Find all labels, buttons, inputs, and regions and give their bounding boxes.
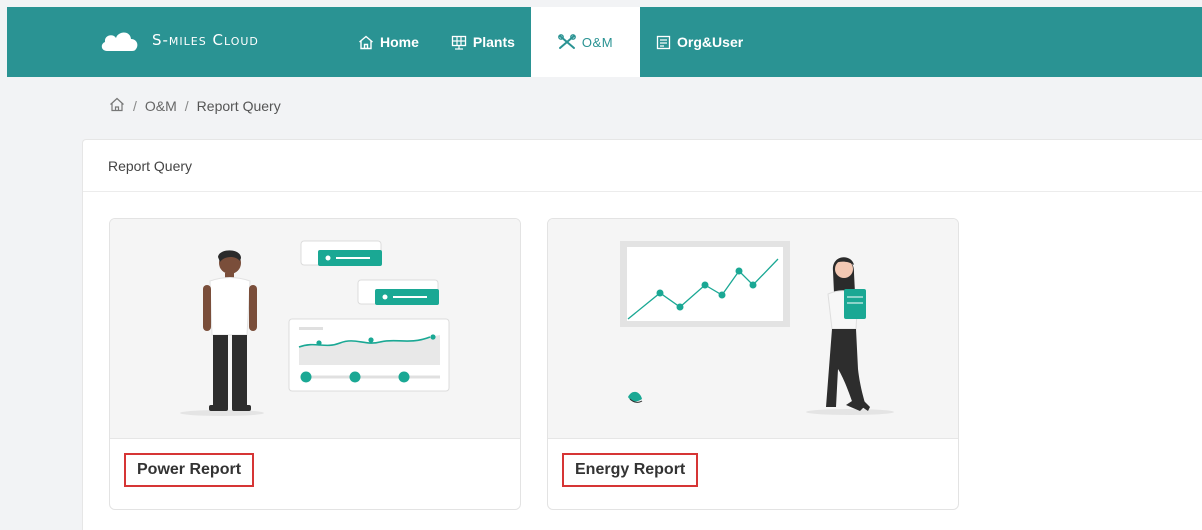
cloud-icon: [101, 32, 138, 51]
nav-om[interactable]: O&M: [530, 7, 641, 77]
nav-plants[interactable]: Plants: [435, 7, 531, 77]
energy-report-title[interactable]: Energy Report: [562, 453, 699, 487]
breadcrumb-separator: /: [184, 98, 189, 114]
power-report-card[interactable]: Power Report: [109, 218, 521, 510]
tools-icon: [558, 34, 576, 50]
breadcrumb-section[interactable]: O&M: [145, 98, 177, 114]
breadcrumb-separator: /: [133, 98, 137, 114]
nav-om-label: O&M: [581, 34, 614, 50]
breadcrumb-current: Report Query: [196, 98, 281, 114]
report-icon: [656, 35, 671, 50]
nav-plants-label: Plants: [472, 34, 515, 50]
breadcrumb-home-icon[interactable]: [109, 97, 125, 115]
nav-org-user[interactable]: Org&User: [640, 7, 759, 77]
energy-report-card[interactable]: Energy Report: [547, 218, 959, 510]
breadcrumb: / O&M / Report Query: [109, 97, 281, 115]
nav-home-label: Home: [380, 34, 419, 50]
nav-org-user-label: Org&User: [677, 34, 744, 50]
energy-report-illustration: [548, 219, 958, 439]
nav-home[interactable]: Home: [342, 7, 435, 77]
power-report-title[interactable]: Power Report: [124, 453, 255, 487]
panel-title: Report Query: [83, 140, 1202, 192]
main-nav: Home Plants O&M Org&User: [342, 7, 759, 77]
top-navbar: S-miles Cloud Home Plants O&M Org&User: [7, 7, 1202, 77]
app-name: S-miles Cloud: [152, 31, 259, 49]
home-icon: [358, 35, 374, 50]
app-logo[interactable]: S-miles Cloud: [99, 27, 259, 53]
power-report-illustration: [110, 219, 520, 439]
plants-grid-icon: [451, 35, 467, 50]
